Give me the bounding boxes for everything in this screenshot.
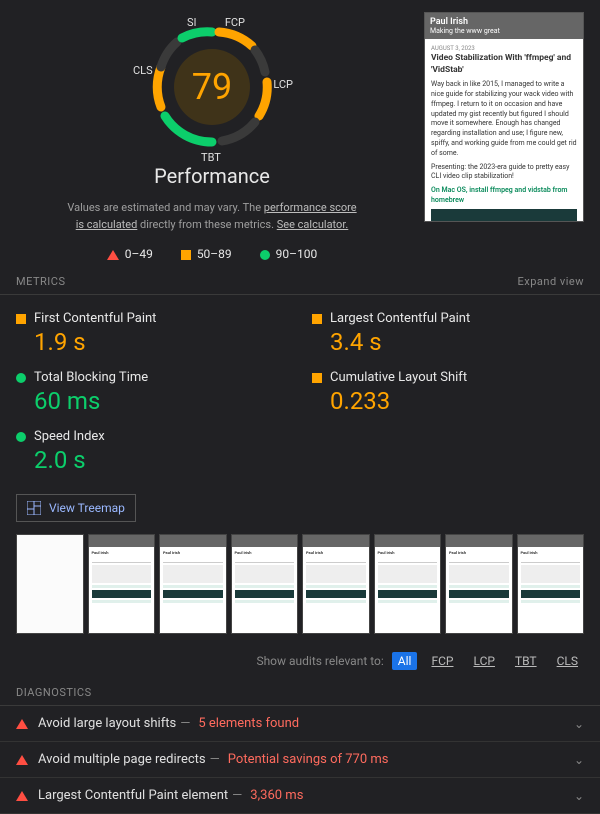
fail-icon: [16, 791, 28, 801]
circle-icon: [16, 432, 26, 442]
metrics-heading: METRICS: [16, 275, 66, 288]
diagnostic-row[interactable]: Avoid multiple page redirects — Potentia…: [0, 742, 600, 778]
filmstrip: Paul Irish Paul Irish Paul Irish Paul Ir…: [0, 534, 600, 642]
fail-icon: [16, 719, 28, 729]
fail-icon: [16, 755, 28, 765]
performance-score: 79: [137, 12, 287, 162]
filmstrip-frame: Paul Irish: [302, 534, 370, 634]
performance-title: Performance: [154, 164, 270, 188]
metric-si: Speed Index 2.0 s: [16, 429, 288, 474]
poor-icon: [107, 250, 119, 260]
good-icon: [260, 250, 270, 260]
metric-cls: Cumulative Layout Shift 0.233: [312, 370, 584, 415]
view-treemap-button[interactable]: View Treemap: [16, 494, 136, 522]
filter-fcp[interactable]: FCP: [425, 652, 459, 670]
filmstrip-frame: Paul Irish: [231, 534, 299, 634]
filmstrip-frame: [16, 534, 84, 634]
filmstrip-frame: Paul Irish: [159, 534, 227, 634]
diagnostic-row[interactable]: Avoid large layout shifts — 5 elements f…: [0, 706, 600, 742]
performance-gauge: SI FCP LCP TBT CLS 79: [137, 12, 287, 162]
filter-tbt[interactable]: TBT: [509, 652, 543, 670]
treemap-icon: [27, 501, 41, 515]
metric-tbt: Total Blocking Time 60 ms: [16, 370, 288, 415]
filter-cls[interactable]: CLS: [551, 652, 584, 670]
chevron-down-icon: ⌄: [574, 789, 584, 803]
filter-label: Show audits relevant to:: [256, 654, 383, 668]
metric-lcp: Largest Contentful Paint 3.4 s: [312, 311, 584, 356]
avg-icon: [181, 250, 191, 260]
diagnostics-heading: DIAGNOSTICS: [16, 686, 92, 699]
chevron-down-icon: ⌄: [574, 717, 584, 731]
filmstrip-frame: Paul Irish: [445, 534, 513, 634]
filmstrip-frame: Paul Irish: [88, 534, 156, 634]
see-calculator-link[interactable]: See calculator.: [277, 218, 349, 231]
circle-icon: [16, 373, 26, 383]
page-screenshot: Paul Irish Making the www great AUGUST 3…: [424, 12, 584, 222]
square-icon: [16, 314, 26, 324]
score-legend: 0–49 50–89 90–100: [107, 247, 318, 261]
chevron-down-icon: ⌄: [574, 753, 584, 767]
filter-all[interactable]: All: [392, 652, 418, 670]
square-icon: [312, 314, 322, 324]
square-icon: [312, 373, 322, 383]
diagnostic-row[interactable]: Largest Contentful Paint element — 3,360…: [0, 778, 600, 814]
filter-lcp[interactable]: LCP: [467, 652, 500, 670]
expand-view-toggle[interactable]: Expand view: [518, 275, 584, 288]
estimate-text: Values are estimated and may vary. The p…: [62, 200, 362, 233]
metric-fcp: First Contentful Paint 1.9 s: [16, 311, 288, 356]
filmstrip-frame: Paul Irish: [374, 534, 442, 634]
filmstrip-frame: Paul Irish: [517, 534, 585, 634]
